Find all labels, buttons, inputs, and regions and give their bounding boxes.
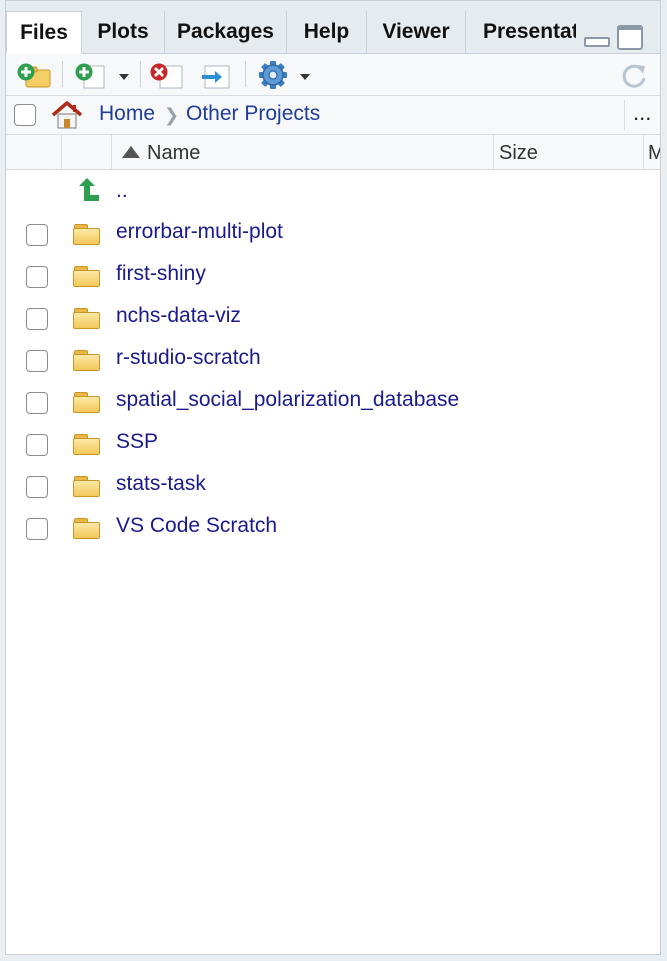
header-size-column[interactable]: Size [494, 135, 644, 169]
list-item: r-studio-scratch [6, 339, 660, 381]
file-name-link[interactable]: spatial_social_polarization_database [116, 388, 459, 412]
breadcrumb-home-link[interactable]: Home [99, 102, 155, 126]
header-name-label[interactable]: Name [147, 142, 200, 165]
row-checkbox[interactable] [26, 266, 48, 288]
file-name-link[interactable]: nchs-data-viz [116, 304, 241, 328]
file-name-link[interactable]: errorbar-multi-plot [116, 220, 283, 244]
header-icon-column [62, 135, 112, 169]
go-to-directory-button[interactable]: ... [624, 100, 660, 130]
tab-help[interactable]: Help [287, 11, 367, 53]
files-toolbar [6, 54, 660, 96]
folder-icon [73, 308, 101, 329]
row-checkbox[interactable] [26, 518, 48, 540]
refresh-icon [622, 64, 646, 88]
breadcrumb: Home ❯ Other Projects ... [6, 96, 660, 135]
parent-directory-icon[interactable] [76, 177, 100, 203]
new-blank-file-icon [75, 63, 105, 89]
row-checkbox[interactable] [26, 434, 48, 456]
header-checkbox-column [6, 135, 62, 169]
list-item: nchs-data-viz [6, 297, 660, 339]
tab-presentation[interactable]: Presentat [466, 11, 576, 53]
file-list-header: Name Size M [6, 135, 660, 170]
list-item: stats-task [6, 465, 660, 507]
header-modified-label[interactable]: M [648, 142, 660, 165]
folder-icon [73, 224, 101, 245]
tab-bar: Files Plots Packages Help Viewer Present… [6, 1, 660, 54]
row-checkbox[interactable] [26, 392, 48, 414]
list-item: errorbar-multi-plot [6, 213, 660, 255]
header-size-label[interactable]: Size [499, 142, 538, 165]
sort-ascending-icon [122, 146, 140, 158]
breadcrumb-current[interactable]: Other Projects [186, 102, 320, 126]
minimize-pane-button[interactable] [582, 25, 610, 47]
new-file-dropdown-arrow[interactable] [119, 74, 129, 80]
folder-icon [73, 476, 101, 497]
more-options-button[interactable] [256, 61, 290, 89]
file-name-link[interactable]: VS Code Scratch [116, 514, 277, 538]
parent-directory-link[interactable]: .. [116, 179, 128, 203]
files-pane: Files Plots Packages Help Viewer Present… [5, 0, 661, 955]
toolbar-separator [62, 61, 63, 87]
list-item: SSP [6, 423, 660, 465]
list-item: VS Code Scratch [6, 507, 660, 549]
home-icon[interactable] [50, 100, 84, 130]
rename-icon [202, 65, 230, 89]
folder-icon [73, 392, 101, 413]
header-name-column[interactable]: Name [112, 135, 494, 169]
select-all-checkbox[interactable] [14, 104, 36, 126]
list-item: spatial_social_polarization_database [6, 381, 660, 423]
folder-icon [73, 350, 101, 371]
more-options-dropdown-arrow[interactable] [300, 74, 310, 80]
tab-files[interactable]: Files [6, 11, 82, 54]
maximize-pane-button[interactable] [616, 25, 643, 50]
list-item: first-shiny [6, 255, 660, 297]
gear-icon [259, 61, 287, 89]
toolbar-separator [140, 61, 141, 87]
file-name-link[interactable]: SSP [116, 430, 158, 454]
folder-icon [73, 518, 101, 539]
delete-icon [150, 63, 183, 89]
header-modified-column[interactable]: M [644, 135, 660, 169]
tab-viewer[interactable]: Viewer [367, 11, 466, 53]
rename-button[interactable] [198, 61, 234, 89]
new-folder-icon [17, 63, 51, 88]
row-checkbox[interactable] [26, 224, 48, 246]
row-checkbox[interactable] [26, 476, 48, 498]
delete-button[interactable] [148, 61, 186, 89]
toolbar-separator [245, 61, 246, 87]
row-checkbox[interactable] [26, 308, 48, 330]
file-name-link[interactable]: first-shiny [116, 262, 206, 286]
chevron-right-icon: ❯ [164, 105, 180, 125]
tab-plots[interactable]: Plots [82, 11, 165, 53]
folder-icon [73, 434, 101, 455]
parent-directory-row[interactable]: .. [6, 171, 660, 213]
refresh-button[interactable] [620, 61, 650, 89]
new-folder-button[interactable] [16, 61, 52, 89]
folder-icon [73, 266, 101, 287]
file-name-link[interactable]: r-studio-scratch [116, 346, 261, 370]
tab-packages[interactable]: Packages [165, 11, 287, 53]
new-blank-file-button[interactable] [72, 61, 112, 89]
file-name-link[interactable]: stats-task [116, 472, 206, 496]
row-checkbox[interactable] [26, 350, 48, 372]
